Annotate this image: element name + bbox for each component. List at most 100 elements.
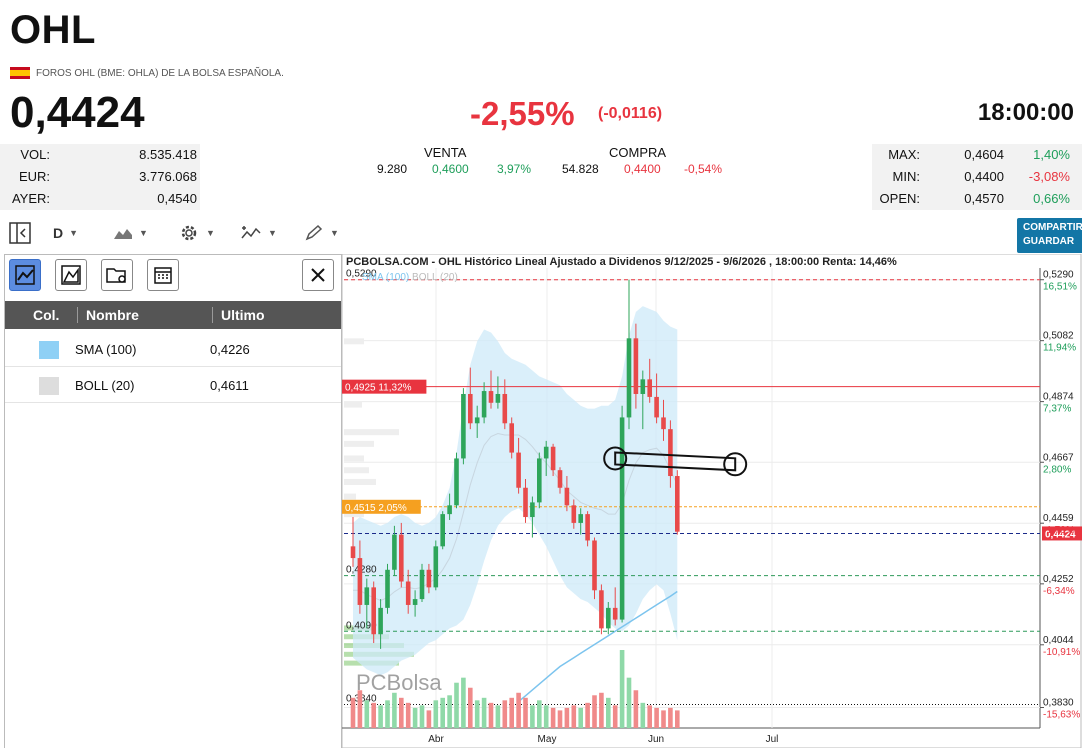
volume-bar — [509, 697, 514, 728]
y-tick-pct: -15,63% — [1043, 709, 1080, 720]
y-tick-pct: -6,34% — [1043, 586, 1075, 597]
volume-bar — [399, 697, 404, 728]
candle-body — [523, 487, 528, 518]
indicator-name: BOLL (20) — [75, 378, 135, 393]
candle-body — [675, 476, 680, 532]
color-swatch[interactable] — [39, 341, 59, 359]
candle-body — [357, 558, 363, 605]
y-tick-label: 0,3830 — [1043, 697, 1074, 708]
chevron-down-icon: ▼ — [69, 228, 79, 238]
candle-body — [364, 587, 370, 605]
y-tick-label: 0,4252 — [1043, 574, 1074, 585]
volume-bar — [495, 705, 501, 728]
venta-pct: 3,97% — [497, 162, 532, 176]
color-swatch[interactable] — [39, 377, 59, 395]
folder-settings-icon — [106, 268, 126, 283]
price-chart[interactable]: 0,52900,4925 11,32%0,4515 2,05%0,42800,4… — [342, 254, 1082, 748]
candle-body — [378, 607, 383, 635]
venta-qty: 9.280 — [377, 162, 408, 176]
stat-row-max: MAX: 0,4604 1,40% — [872, 147, 1082, 167]
x-tick-label: Jun — [648, 734, 664, 745]
stat-row-eur: EUR: 3.776.068 — [0, 169, 200, 189]
change-absolute: (-0,0116) — [598, 105, 663, 122]
candle-body — [426, 569, 432, 588]
volume-bar — [385, 700, 390, 728]
panel-tab-templates[interactable] — [101, 259, 133, 291]
period-dropdown[interactable]: D ▼ — [53, 218, 78, 248]
indicator-table-header: Col. Nombre Ultimo — [5, 301, 341, 329]
candle-body — [433, 546, 439, 588]
volume-bar — [626, 677, 632, 728]
y-tick-pct: 7,37% — [1043, 404, 1071, 415]
candle-body — [647, 379, 652, 397]
stat-label: MAX: — [888, 147, 920, 162]
volume-bar — [640, 702, 646, 728]
volume-bar — [619, 650, 625, 728]
panel-tab-indicators[interactable] — [9, 259, 41, 291]
candle-body — [516, 452, 521, 488]
volume-bar — [392, 692, 397, 728]
y-tick-label: 0,4667 — [1043, 452, 1074, 463]
panel-tab-calendar[interactable] — [147, 259, 179, 291]
indicator-row-boll[interactable]: BOLL (20) 0,4611 — [5, 367, 341, 403]
chart-title: PCBOLSA.COM - OHL Histórico Lineal Ajust… — [346, 256, 897, 268]
y-tick-pct: -10,91% — [1043, 647, 1080, 658]
ticker-symbol: OHL — [10, 8, 96, 52]
volume-bar — [675, 710, 680, 728]
change-percent: -2,55% — [470, 95, 575, 132]
chevron-down-icon: ▼ — [139, 228, 148, 238]
x-tick-label: Abr — [428, 734, 444, 745]
indicators-dropdown[interactable]: ▼ — [240, 218, 277, 248]
candle-body — [564, 487, 570, 506]
volume-bar — [557, 710, 563, 728]
share-save-button[interactable]: COMPARTIR GUARDAR — [1017, 218, 1082, 253]
candle-body — [612, 607, 618, 620]
volume-bar — [523, 697, 528, 728]
volume-bar — [357, 690, 363, 728]
settings-dropdown[interactable]: ▼ — [178, 218, 215, 248]
panel-toggle-icon — [9, 222, 31, 244]
stat-value: 3.776.068 — [139, 169, 197, 184]
candle-body — [633, 338, 639, 394]
candle-body — [412, 599, 418, 605]
volume-profile-bar — [344, 401, 362, 408]
candle-body — [599, 590, 604, 629]
volume-bar — [585, 702, 590, 728]
stat-row-open: OPEN: 0,4570 0,66% — [872, 191, 1082, 211]
toggle-panel-button[interactable] — [8, 218, 32, 248]
chart-toolbar: D ▼ ▼ ▼ ▼ ▼ — [0, 218, 360, 248]
volume-bar — [599, 692, 604, 728]
chart-type-dropdown[interactable]: ▼ — [113, 218, 148, 248]
stat-label: AYER: — [11, 191, 50, 206]
volume-bar — [488, 702, 494, 728]
stat-row-vol: VOL: 8.535.418 — [0, 147, 200, 167]
drawing-tools-dropdown[interactable]: ▼ — [304, 218, 339, 248]
pencil-icon — [305, 224, 323, 241]
candle-body — [502, 393, 508, 424]
close-panel-button[interactable] — [302, 259, 334, 291]
watermark: PCBolsa — [356, 670, 442, 695]
candle-body — [530, 502, 535, 518]
volume-bar — [371, 702, 376, 728]
candle-body — [592, 540, 597, 591]
mountain-chart-icon — [61, 265, 81, 285]
stats-right: MAX: 0,4604 1,40% MIN: 0,4400 -3,08% OPE… — [872, 144, 1082, 210]
stat-label: EUR: — [18, 169, 50, 184]
legend-sma: SMA (100) — [362, 272, 410, 283]
stat-value: 0,4570 — [964, 191, 1004, 206]
chart-line-icon — [15, 265, 35, 285]
volume-bar — [350, 697, 356, 728]
panel-tab-area[interactable] — [55, 259, 87, 291]
volume-bar — [564, 707, 570, 728]
indicator-panel: Col. Nombre Ultimo SMA (100) 0,4226 BOLL… — [4, 254, 342, 748]
last-price: 0,4424 — [10, 88, 145, 137]
candle-body — [440, 514, 445, 547]
column-header-name: Nombre — [77, 307, 139, 323]
quote-time: 18:00:00 — [977, 99, 1074, 126]
volume-bar — [412, 707, 418, 728]
compra-price: 0,4400 — [624, 162, 661, 176]
candle-body — [585, 514, 590, 541]
indicator-row-sma[interactable]: SMA (100) 0,4226 — [5, 331, 341, 367]
indicator-name: SMA (100) — [75, 342, 137, 357]
area-chart-icon — [114, 229, 132, 239]
